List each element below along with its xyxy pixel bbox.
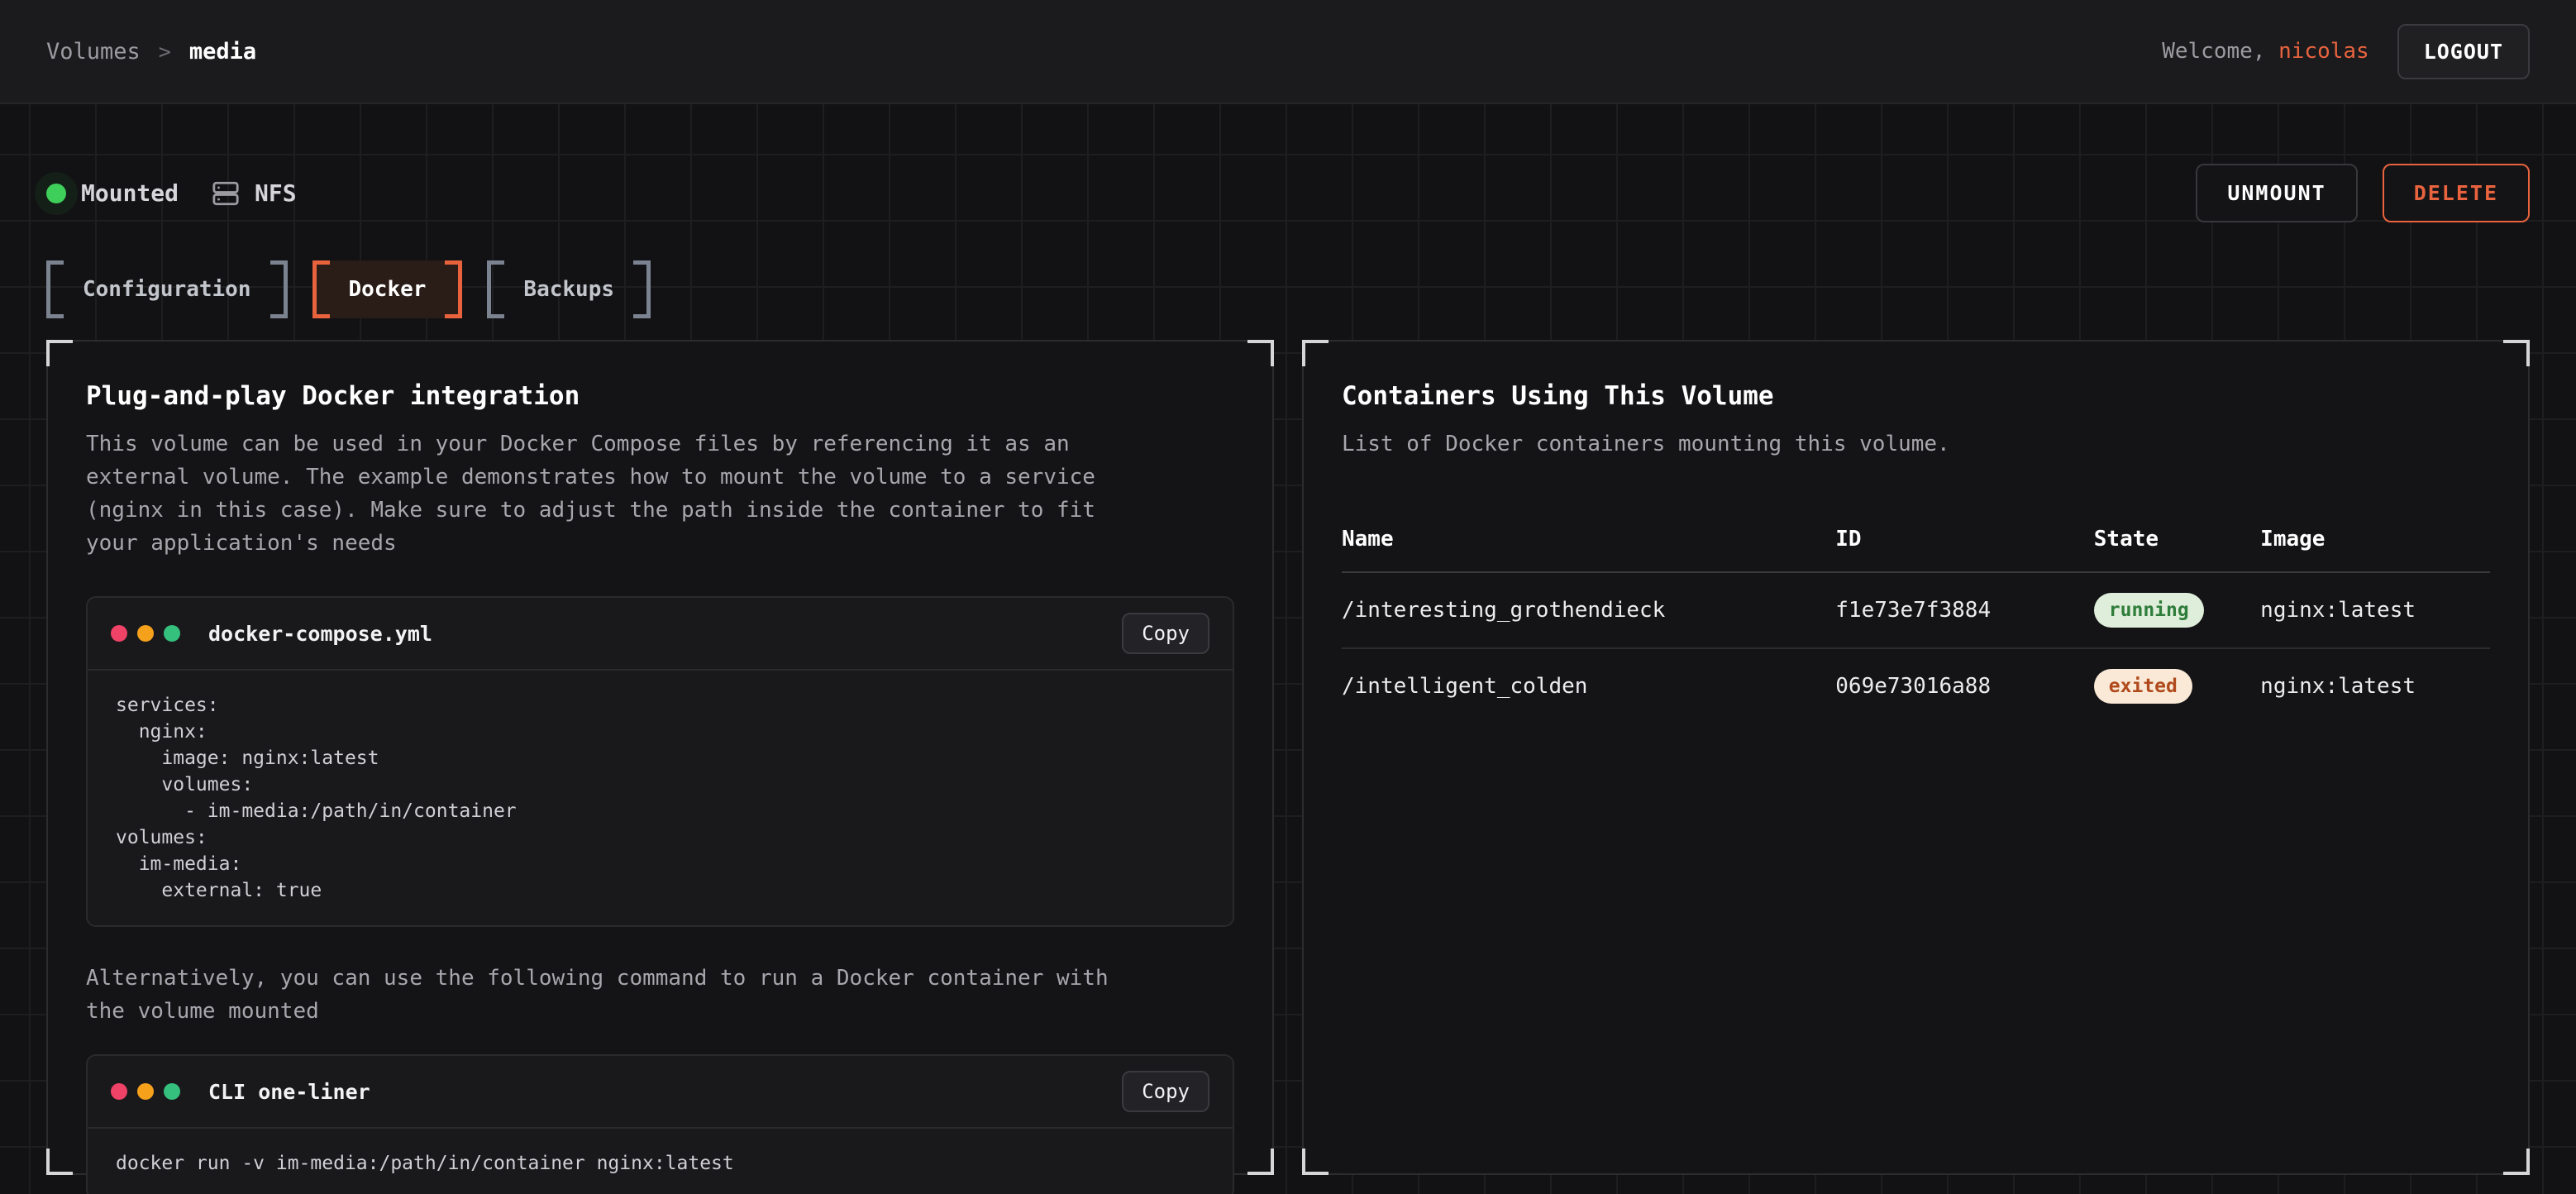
panel-corner-icon: [46, 340, 73, 366]
table-row: /interesting_grothendieck f1e73e7f3884 r…: [1342, 573, 2490, 649]
welcome-text: Welcome, nicolas: [2162, 39, 2368, 64]
cli-code-block: CLI one-liner Copy docker run -v im-medi…: [86, 1054, 1234, 1194]
panels-row: Plug-and-play Docker integration This vo…: [46, 340, 2530, 1175]
status-badge-exited: exited: [2094, 669, 2192, 704]
panel-corner-icon: [1302, 1149, 1329, 1175]
mounted-status: Mounted: [46, 179, 179, 207]
cli-title: CLI one-liner: [208, 1080, 1122, 1104]
delete-button[interactable]: DELETE: [2383, 164, 2530, 222]
cli-code-header: CLI one-liner Copy: [88, 1056, 1233, 1129]
compose-code-header: docker-compose.yml Copy: [88, 598, 1233, 671]
driver-label: NFS: [255, 179, 297, 207]
chevron-right-icon: >: [159, 40, 171, 64]
panel-corner-icon: [1247, 1149, 1274, 1175]
compose-code-content: services: nginx: image: nginx:latest vol…: [88, 671, 1233, 925]
container-image: nginx:latest: [2260, 674, 2490, 699]
compose-filename: docker-compose.yml: [208, 622, 1122, 646]
panel-corner-icon: [46, 1149, 73, 1175]
user-area: Welcome, nicolas LOGOUT: [2162, 24, 2530, 79]
logout-button[interactable]: LOGOUT: [2397, 24, 2530, 79]
tab-backups[interactable]: Backups: [487, 260, 651, 318]
state-cell: running: [2094, 593, 2260, 628]
status-badge-running: running: [2094, 593, 2204, 628]
traffic-light-green-icon: [164, 1083, 180, 1100]
panel-corner-icon: [2503, 1149, 2530, 1175]
traffic-light-amber-icon: [137, 1083, 154, 1100]
container-image: nginx:latest: [2260, 598, 2490, 623]
compose-copy-button[interactable]: Copy: [1122, 613, 1209, 654]
column-header-state: State: [2094, 527, 2260, 552]
panel-corner-icon: [1302, 340, 1329, 366]
main-content: Mounted NFS UNMOUNT DELETE Configurati: [0, 164, 2576, 1175]
column-header-name: Name: [1342, 527, 1835, 552]
username-text: nicolas: [2278, 39, 2369, 64]
volume-actions: UNMOUNT DELETE: [2196, 164, 2530, 222]
panel-corner-icon: [1247, 340, 1274, 366]
table-row: /intelligent_colden 069e73016a88 exited …: [1342, 649, 2490, 724]
cli-code-content: docker run -v im-media:/path/in/containe…: [88, 1129, 1233, 1194]
container-id: 069e73016a88: [1835, 674, 2094, 699]
containers-panel: Containers Using This Volume List of Doc…: [1302, 340, 2530, 1175]
driver-status: NFS: [212, 179, 297, 208]
server-icon: [212, 179, 240, 208]
tab-docker[interactable]: Docker: [312, 260, 463, 318]
docker-panel-description: This volume can be used in your Docker C…: [86, 427, 1234, 560]
breadcrumb-current-volume: media: [189, 39, 256, 64]
breadcrumb: Volumes > media: [46, 39, 256, 64]
mounted-status-label: Mounted: [81, 179, 179, 207]
breadcrumb-volumes-link[interactable]: Volumes: [46, 39, 141, 64]
traffic-lights: [111, 625, 180, 642]
compose-code-block: docker-compose.yml Copy services: nginx:…: [86, 596, 1234, 927]
traffic-lights: [111, 1083, 180, 1100]
container-id: f1e73e7f3884: [1835, 598, 2094, 623]
state-cell: exited: [2094, 669, 2260, 704]
traffic-light-red-icon: [111, 625, 127, 642]
cli-copy-button[interactable]: Copy: [1122, 1071, 1209, 1112]
tab-bar: Configuration Docker Backups: [46, 260, 2530, 318]
container-name: /intelligent_colden: [1342, 674, 1835, 699]
docker-panel-title: Plug-and-play Docker integration: [86, 381, 1234, 411]
column-header-id: ID: [1835, 527, 2094, 552]
containers-table: Name ID State Image /interesting_grothen…: [1342, 515, 2490, 724]
container-name: /interesting_grothendieck: [1342, 598, 1835, 623]
traffic-light-green-icon: [164, 625, 180, 642]
status-row: Mounted NFS UNMOUNT DELETE: [46, 164, 2530, 222]
panel-corner-icon: [2503, 340, 2530, 366]
containers-panel-subtitle: List of Docker containers mounting this …: [1342, 427, 2490, 461]
containers-panel-title: Containers Using This Volume: [1342, 381, 2490, 411]
traffic-light-red-icon: [111, 1083, 127, 1100]
welcome-label: Welcome,: [2162, 39, 2278, 64]
unmount-button[interactable]: UNMOUNT: [2196, 164, 2357, 222]
mounted-status-dot-icon: [46, 184, 66, 203]
docker-integration-panel: Plug-and-play Docker integration This vo…: [46, 340, 1274, 1175]
cli-intro-text: Alternatively, you can use the following…: [86, 962, 1234, 1028]
column-header-image: Image: [2260, 527, 2490, 552]
tab-configuration[interactable]: Configuration: [46, 260, 288, 318]
volume-status-group: Mounted NFS: [46, 179, 297, 208]
top-bar: Volumes > media Welcome, nicolas LOGOUT: [0, 0, 2576, 104]
containers-table-header: Name ID State Image: [1342, 515, 2490, 573]
traffic-light-amber-icon: [137, 625, 154, 642]
